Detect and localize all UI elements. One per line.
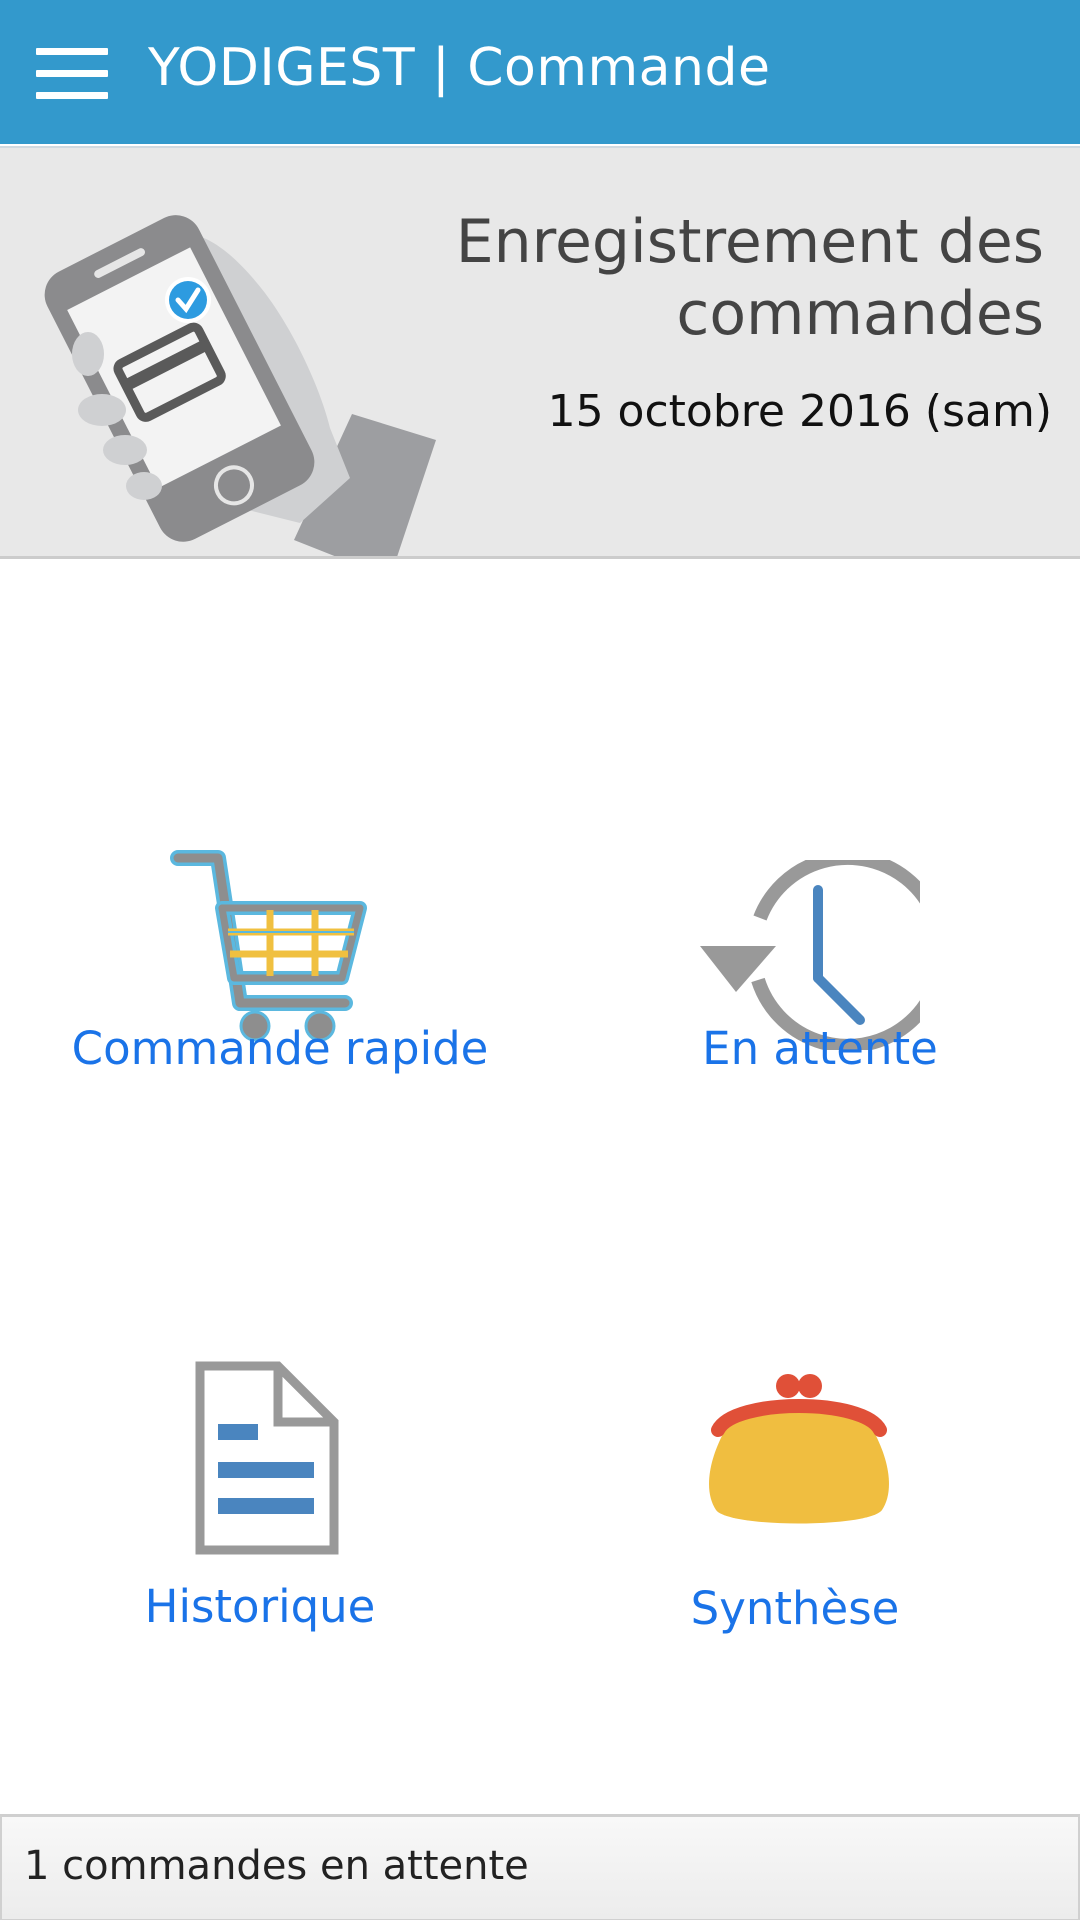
pending-orders-button[interactable]: En attente xyxy=(600,840,1040,1120)
hamburger-menu-icon[interactable] xyxy=(36,48,110,99)
quick-order-button[interactable]: Commande rapide xyxy=(60,840,500,1120)
app-title: YODIGEST | Commande xyxy=(148,38,771,98)
banner-title-line1: Enregistrement des xyxy=(455,207,1044,277)
shopping-cart-icon xyxy=(170,850,367,1042)
app-bar: YODIGEST | Commande xyxy=(0,0,1080,144)
pending-orders-status: 1 commandes en attente xyxy=(24,1843,529,1889)
pending-orders-status-bar[interactable]: 1 commandes en attente xyxy=(0,1814,1080,1920)
banner-date: 15 octobre 2016 (sam) xyxy=(547,386,1052,437)
purse-icon xyxy=(709,1374,889,1524)
history-button[interactable]: Historique xyxy=(60,1350,460,1650)
header-banner: Enregistrement des commandes 15 octobre … xyxy=(0,146,1080,559)
banner-title: Enregistrement des commandes xyxy=(424,206,1044,350)
document-icon xyxy=(195,1361,339,1555)
pending-orders-label: En attente xyxy=(702,1022,938,1075)
quick-order-label: Commande rapide xyxy=(71,1022,489,1075)
summary-label: Synthèse xyxy=(690,1582,900,1635)
phone-in-hand-illustration xyxy=(44,215,436,556)
summary-button[interactable]: Synthèse xyxy=(580,1350,1010,1650)
banner-title-line2: commandes xyxy=(676,279,1044,349)
history-label: Historique xyxy=(144,1580,376,1633)
app-screen: YODIGEST | Commande Enregistrement des c… xyxy=(0,0,1080,1920)
